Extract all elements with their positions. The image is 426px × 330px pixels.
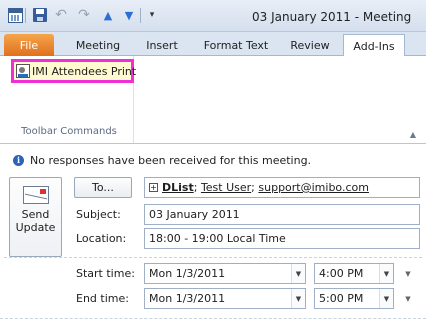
location-label: Location: [76,232,127,245]
undo-icon[interactable]: ↶ [53,7,69,23]
recipient-email[interactable]: support@imibo.com [258,181,369,194]
previous-item-icon[interactable]: ▲ [100,7,116,23]
toolbar-separator [25,8,26,23]
send-update-button[interactable]: Send Update [9,177,62,257]
start-time-label: Start time: [76,267,135,280]
chevron-down-icon[interactable]: ▼ [401,292,415,306]
section-divider [0,318,426,319]
chevron-down-icon[interactable]: ▼ [291,289,305,308]
meeting-form: i No responses have been received for th… [0,144,426,330]
send-update-label: Send Update [15,208,56,234]
ribbon-tabs: File Meeting Insert Format Text Review A… [0,32,426,57]
subject-field[interactable]: 03 January 2011 [144,204,420,225]
chevron-down-icon[interactable]: ▼ [401,267,415,281]
chevron-down-icon[interactable]: ▼ [379,289,393,308]
recipient-test-user[interactable]: Test User [201,181,251,194]
imi-attendees-print-button[interactable]: IMI Attendees Print [11,59,137,83]
to-button[interactable]: To... [74,177,132,198]
recipient-separator: ; [251,181,255,194]
subject-label: Subject: [76,208,121,221]
end-time-label: End time: [76,292,129,305]
chevron-down-icon[interactable]: ▼ [379,264,393,283]
expand-icon[interactable]: + [149,183,158,192]
to-field[interactable]: + DList ; Test User ; support@imibo.com [144,177,420,198]
recipient-separator: ; [193,181,198,194]
save-icon[interactable] [32,7,48,23]
imi-attendees-print-label: IMI Attendees Print [32,64,137,78]
info-icon: i [13,154,24,166]
title-bar: ↶ ↷ ▲ ▼ ▾ 03 January 2011 - Meeting [0,0,426,32]
tab-add-ins[interactable]: Add-Ins [343,34,405,57]
end-time-select[interactable]: 5:00 PM ▼ [314,288,394,309]
toolbar-commands-group: IMI Attendees Print Toolbar Commands [4,56,137,143]
window-title: 03 January 2011 - Meeting [252,10,412,24]
tab-insert[interactable]: Insert [133,34,191,56]
calendar-app-icon[interactable] [7,7,23,23]
start-date-select[interactable]: Mon 1/3/2011 ▼ [144,263,306,284]
location-field[interactable]: 18:00 - 19:00 Local Time [144,228,420,249]
info-message: No responses have been received for this… [30,153,312,167]
redo-icon[interactable]: ↷ [76,7,92,23]
section-divider [4,257,422,258]
ribbon-panel: IMI Attendees Print Toolbar Commands ▲ [0,56,426,144]
chevron-down-icon[interactable]: ▼ [291,264,305,283]
envelope-icon [22,186,49,204]
tab-format-text[interactable]: Format Text [196,34,276,56]
start-time-select[interactable]: 4:00 PM ▼ [314,263,394,284]
attendees-print-icon [16,64,30,78]
collapse-ribbon-icon[interactable]: ▲ [410,130,416,139]
customize-toolbar-icon[interactable]: ▾ [144,7,160,23]
toolbar-separator [140,8,141,23]
tab-review[interactable]: Review [281,34,339,56]
tab-file[interactable]: File [4,34,54,56]
next-item-icon[interactable]: ▼ [121,7,137,23]
info-bar: i No responses have been received for th… [0,150,311,170]
recipient-dlist[interactable]: DList [162,181,194,194]
group-label: Toolbar Commands [21,126,117,137]
end-date-select[interactable]: Mon 1/3/2011 ▼ [144,288,306,309]
tab-meeting[interactable]: Meeting [68,34,128,56]
